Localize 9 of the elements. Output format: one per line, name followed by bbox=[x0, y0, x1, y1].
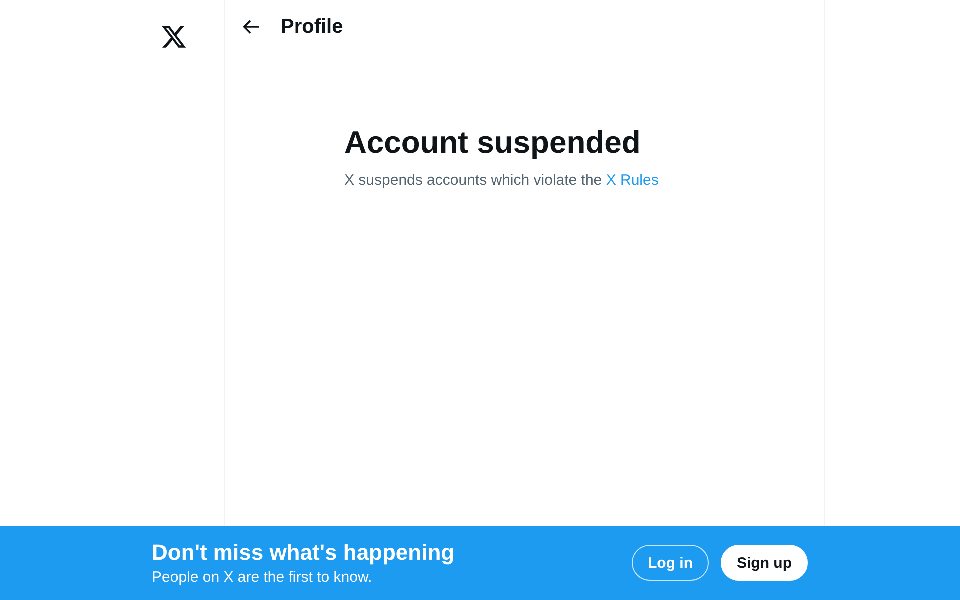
signup-button[interactable]: Sign up bbox=[721, 545, 808, 581]
banner-title: Don't miss what's happening bbox=[152, 540, 455, 566]
suspended-title: Account suspended bbox=[344, 124, 642, 162]
suspension-message: X suspends accounts which violate the X Rules bbox=[344, 171, 660, 191]
page-title: Profile bbox=[281, 14, 344, 38]
banner-subtitle: People on X are the first to know. bbox=[152, 568, 374, 586]
login-button[interactable]: Log in bbox=[632, 545, 709, 581]
x-logo[interactable] bbox=[162, 25, 186, 49]
rules-link[interactable]: X Rules bbox=[606, 172, 659, 189]
